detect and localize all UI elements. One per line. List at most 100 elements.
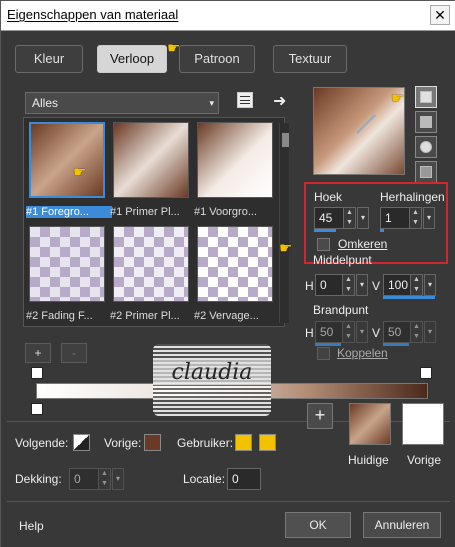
spinner-icon[interactable]: ▲ ▼	[410, 322, 422, 342]
current-label: Huidige	[348, 453, 389, 467]
gallery-scrollbar[interactable]	[279, 123, 289, 323]
rectangular-style-button[interactable]	[415, 111, 437, 133]
previous-label: Vorige	[407, 453, 442, 467]
transparency-stop-left[interactable]	[31, 367, 43, 379]
gradient-thumb-label: #2 Fading F...	[26, 310, 93, 322]
tab-textuur[interactable]: Textuur	[273, 45, 347, 73]
gradient-thumb[interactable]: #1 Primer Pl...	[110, 120, 192, 218]
gradient-preview	[29, 226, 105, 302]
link-checkbox[interactable]	[317, 347, 330, 360]
watermark-logo: claudia	[153, 344, 271, 416]
gradient-preview	[113, 226, 189, 302]
add-to-swatches-button[interactable]: +	[307, 403, 333, 429]
gradient-thumb[interactable]: #1 Foregro...	[26, 120, 112, 218]
gradient-preview	[197, 122, 273, 198]
user-color-label: Gebruiker:	[177, 436, 234, 450]
angle-slider-fill	[314, 229, 336, 232]
invert-label: Omkeren	[338, 237, 388, 251]
close-button[interactable]: ✕	[430, 5, 450, 25]
gradient-thumb-label: #2 Primer Pl...	[110, 310, 180, 322]
title-bar: Eigenschappen van materiaal ✕	[1, 1, 455, 31]
color-stop-left[interactable]	[31, 403, 43, 415]
location-input[interactable]: 0	[227, 468, 261, 490]
library-icon[interactable]	[237, 92, 253, 108]
focus-v-label: V	[372, 326, 381, 340]
chevron-down-icon: ▾	[209, 98, 214, 108]
focus-label: Brandpunt	[313, 303, 369, 317]
current-material-swatch	[349, 403, 391, 445]
gradient-thumb[interactable]: #1 Voorgro...	[194, 120, 276, 218]
tab-patroon[interactable]: Patroon	[179, 45, 255, 73]
midpoint-v-slider-fill	[383, 296, 435, 299]
focus-h-value: 50	[320, 325, 334, 339]
gradient-thumb-label: #1 Foregro...	[26, 206, 112, 218]
opacity-input[interactable]: 0 ▲ ▼	[69, 468, 111, 490]
window-title: Eigenschappen van materiaal	[7, 7, 179, 22]
location-label: Locatie:	[183, 472, 226, 486]
spinner-icon[interactable]: ▲ ▼	[342, 275, 354, 295]
gradient-thumb[interactable]: #2 Fading F...	[26, 224, 108, 322]
gradient-thumb[interactable]: #2 Vervage...	[194, 224, 276, 322]
gradient-thumb[interactable]: #2 Primer Pl...	[110, 224, 192, 322]
previous-material-swatch[interactable]	[402, 403, 444, 445]
pointer-hand-icon: ☛	[391, 90, 405, 107]
focus-h-input[interactable]: 50 ▲ ▼	[315, 321, 355, 343]
remove-stop-button[interactable]: -	[61, 343, 87, 363]
following-color-swatch[interactable]	[73, 434, 90, 451]
midpoint-h-label: H	[305, 279, 314, 293]
angle-dropdown[interactable]: ▾	[357, 207, 369, 229]
angle-input[interactable]: 45 ▲ ▼	[314, 207, 356, 229]
cancel-button[interactable]: Annuleren	[363, 512, 441, 538]
divider	[7, 501, 450, 502]
spinner-icon[interactable]: ▲ ▼	[410, 275, 422, 295]
focus-v-dropdown[interactable]: ▾	[424, 321, 436, 343]
user-color-swatch-1[interactable]	[235, 434, 252, 451]
repeats-dropdown[interactable]: ▾	[423, 207, 435, 229]
midpoint-label: Middelpunt	[313, 253, 372, 267]
midpoint-v-dropdown[interactable]: ▾	[424, 274, 436, 296]
focus-h-dropdown[interactable]: ▾	[356, 321, 368, 343]
sunburst-style-button[interactable]	[415, 136, 437, 158]
pointer-hand-icon: ☛	[73, 164, 87, 181]
focus-h-label: H	[305, 326, 314, 340]
rectangular-style-icon	[420, 116, 432, 128]
add-stop-button[interactable]: +	[25, 343, 51, 363]
spinner-icon[interactable]: ▲ ▼	[98, 469, 110, 489]
midpoint-h-dropdown[interactable]: ▾	[356, 274, 368, 296]
scrollbar-thumb[interactable]	[282, 133, 289, 147]
transparency-stop-right[interactable]	[420, 367, 432, 379]
linear-style-icon	[420, 91, 432, 103]
spinner-icon[interactable]: ▲ ▼	[342, 322, 354, 342]
spinner-icon[interactable]: ▲ ▼	[343, 208, 355, 228]
midpoint-h-input[interactable]: 0 ▲ ▼	[315, 274, 355, 296]
tab-kleur[interactable]: Kleur	[15, 45, 83, 73]
radial-style-icon	[420, 166, 432, 178]
previous-color-label: Vorige:	[104, 436, 142, 450]
midpoint-v-label: V	[372, 279, 381, 293]
gradient-category-select[interactable]: Alles ▾	[25, 92, 219, 114]
radial-style-button[interactable]	[415, 161, 437, 183]
tab-verloop[interactable]: Verloop	[97, 45, 167, 73]
watermark-text: claudia	[153, 360, 271, 385]
user-color-swatch-2[interactable]	[259, 434, 276, 451]
repeats-input[interactable]: 1 ▲ ▼	[380, 207, 422, 229]
gradient-thumb-label: #2 Vervage...	[194, 310, 259, 322]
material-properties-dialog: Eigenschappen van materiaal ✕ Kleur Verl…	[0, 0, 455, 547]
midpoint-v-input[interactable]: 100 ▲ ▼	[383, 274, 423, 296]
ok-button[interactable]: OK	[285, 512, 351, 538]
previous-color-swatch[interactable]	[144, 434, 161, 451]
spinner-icon[interactable]: ▲ ▼	[409, 208, 421, 228]
gradient-thumb-label: #1 Voorgro...	[194, 206, 257, 218]
gradient-preview	[197, 226, 273, 302]
help-link[interactable]: Help	[19, 519, 44, 533]
arrow-right-icon[interactable]: ➜	[273, 91, 286, 111]
repeats-value: 1	[385, 211, 392, 225]
gradient-category-value: Alles	[32, 96, 59, 110]
repeats-slider-fill	[380, 229, 384, 232]
pointer-hand-icon: ☛	[279, 240, 293, 257]
opacity-dropdown[interactable]: ▾	[112, 468, 124, 490]
linear-style-button[interactable]	[415, 86, 437, 108]
focus-v-input[interactable]: 50 ▲ ▼	[383, 321, 423, 343]
gradient-preview	[29, 122, 105, 198]
invert-checkbox[interactable]	[317, 238, 330, 251]
